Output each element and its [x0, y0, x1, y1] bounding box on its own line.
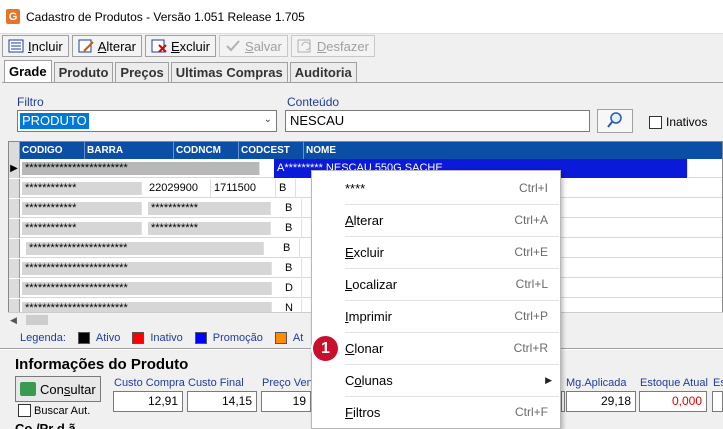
mg-aplicada-label: Mg.Aplicada — [566, 377, 627, 389]
tab-strip: Grade Produto Preços Ultimas Compras Aud… — [4, 60, 357, 82]
legend-label-ativo: Ativo — [95, 332, 121, 344]
filtro-label: Filtro — [17, 95, 44, 109]
tab-grade[interactable]: Grade — [4, 60, 52, 82]
col-nome[interactable]: NOME — [304, 142, 722, 159]
legend-label-promocao: Promoção — [212, 332, 263, 344]
custo-final-label: Custo Final — [188, 377, 244, 389]
legend-swatch-inativo — [132, 332, 145, 344]
buscar-aut-checkbox[interactable] — [18, 404, 31, 417]
edit-record-icon — [78, 39, 94, 53]
incluir-button[interactable]: Incluir — [2, 35, 69, 57]
menu-item-incluir[interactable]: **** Ctrl+I — [312, 172, 560, 204]
menu-item-localizar[interactable]: Localizar Ctrl+L — [312, 268, 560, 300]
scroll-left-icon[interactable]: ◀ — [10, 315, 17, 326]
conteudo-input[interactable]: NESCAU — [285, 110, 590, 132]
legend: Legenda: Ativo Inativo Promoção At — [20, 332, 303, 344]
tab-panel-border — [2, 82, 723, 83]
menu-item-clonar[interactable]: Clonar Ctrl+R — [312, 332, 560, 364]
title-bar: G Cadastro de Produtos - Versão 1.051 Re… — [0, 0, 723, 34]
custo-final-field[interactable]: 14,15 — [187, 391, 257, 412]
legend-swatch-promocao — [194, 332, 207, 344]
info-title: Informações do Produto — [15, 356, 189, 373]
es-field[interactable] — [712, 391, 723, 412]
col-codigo[interactable]: CODIGO — [20, 142, 85, 159]
estoque-atual-label: Estoque Atual — [640, 377, 708, 389]
search-icon — [606, 111, 624, 132]
filtro-selected-value: PRODUTO — [20, 113, 89, 129]
legend-title: Legenda: — [20, 332, 66, 344]
save-icon — [225, 39, 241, 53]
custo-compra-label: Custo Compra — [114, 377, 185, 389]
inativos-label: Inativos — [666, 115, 708, 129]
preco-venda-field[interactable]: 19 — [261, 391, 311, 412]
consult-icon — [20, 382, 36, 396]
col-codcest[interactable]: CODCEST — [239, 142, 304, 159]
mg-prev-field-edge — [561, 391, 565, 412]
buscar-aut-label: Buscar Aut. — [34, 404, 91, 417]
salvar-button[interactable]: Salvar — [219, 35, 288, 57]
tab-auditoria[interactable]: Auditoria — [289, 62, 357, 82]
tab-precos[interactable]: Preços — [115, 62, 169, 82]
excluir-button[interactable]: Excluir — [145, 35, 217, 57]
desfazer-button[interactable]: Desfazer — [290, 35, 375, 57]
menu-item-excluir[interactable]: Excluir Ctrl+E — [312, 236, 560, 268]
col-barra[interactable]: BARRA — [85, 142, 174, 159]
inativos-checkbox[interactable] — [649, 115, 662, 129]
mg-aplicada-field[interactable]: 29,18 — [566, 391, 636, 412]
inativos-toggle[interactable]: Inativos — [649, 115, 707, 129]
add-record-icon — [8, 39, 24, 53]
consultar-button[interactable]: Consultar — [15, 376, 101, 402]
es-label: Es — [713, 377, 723, 389]
custo-compra-field[interactable]: 12,91 — [113, 391, 183, 412]
step-badge: 1 — [311, 334, 340, 363]
toolbar: Incluir Alterar Excluir Salvar Desfazer — [2, 35, 375, 57]
menu-item-filtros[interactable]: Filtros Ctrl+F — [312, 396, 560, 428]
legend-label-at: At — [292, 332, 304, 344]
col-codncm[interactable]: CODNCM — [174, 142, 239, 159]
menu-item-colunas[interactable]: Colunas ▶ — [312, 364, 560, 396]
estoque-atual-field[interactable]: 0,000 — [639, 391, 707, 412]
section-title-cut: Co /Pr d ã — [15, 421, 76, 429]
scroll-thumb[interactable] — [26, 315, 48, 325]
legend-swatch-ativo — [77, 332, 90, 344]
menu-item-alterar[interactable]: Alterar Ctrl+A — [312, 204, 560, 236]
menu-item-imprimir[interactable]: Imprimir Ctrl+P — [312, 300, 560, 332]
row-pointer-icon: ▶ — [9, 159, 20, 178]
delete-record-icon — [151, 39, 167, 53]
undo-icon — [297, 39, 313, 53]
window-title: Cadastro de Produtos - Versão 1.051 Rele… — [26, 9, 305, 24]
conteudo-label: Conteúdo — [287, 95, 340, 109]
search-button[interactable] — [597, 109, 633, 133]
buscar-aut-toggle[interactable]: Buscar Aut. — [18, 404, 90, 417]
tab-produto[interactable]: Produto — [53, 62, 114, 82]
app-icon: G — [6, 9, 20, 24]
chevron-down-icon: ⌄ — [263, 114, 272, 125]
alterar-button[interactable]: Alterar — [71, 35, 142, 57]
legend-label-inativo: Inativo — [150, 332, 183, 344]
context-menu: **** Ctrl+I Alterar Ctrl+A Excluir Ctrl+… — [311, 170, 561, 429]
filtro-select[interactable]: PRODUTO ⌄ — [17, 110, 277, 132]
legend-swatch-at — [274, 332, 287, 344]
tab-ultimas-compras[interactable]: Ultimas Compras — [170, 62, 288, 82]
grid-header: CODIGO BARRA CODNCM CODCEST NOME — [9, 142, 722, 159]
preco-venda-label: Preço Ven — [262, 377, 313, 389]
submenu-arrow-icon: ▶ — [545, 374, 552, 385]
